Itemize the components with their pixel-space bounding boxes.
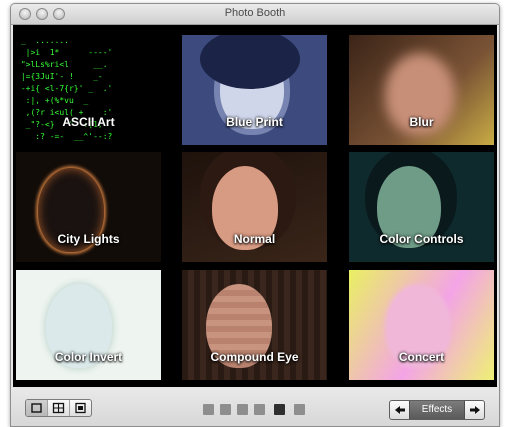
page-dot[interactable]	[220, 404, 231, 415]
effect-tile-color-controls[interactable]: Color Controls	[349, 152, 494, 262]
bottom-toolbar: Effects	[11, 388, 499, 426]
effect-tile-ascii-art[interactable]: _ ....... |>i 1* ----' ">lLs%ri<l __. |=…	[16, 35, 161, 145]
effects-grid: _ ....... |>i 1* ----' ">lLs%ri<l __. |=…	[13, 25, 497, 387]
photo-booth-window: Photo Booth _ ....... |>i 1* ----' ">lLs…	[10, 3, 500, 427]
left-arrow-icon[interactable]	[390, 401, 409, 419]
effect-label-concert: Concert	[398, 350, 445, 364]
effects-button[interactable]: Effects	[409, 401, 465, 419]
page-dot[interactable]	[294, 404, 305, 415]
filmstrip-view-icon[interactable]	[70, 400, 91, 416]
effect-tile-city-lights[interactable]: City Lights	[16, 152, 161, 262]
effect-tile-blue-print[interactable]: Blue Print	[182, 35, 327, 145]
effect-label-color-invert: Color Invert	[54, 350, 123, 364]
grid-view-icon[interactable]	[48, 400, 70, 416]
effect-tile-concert[interactable]: Concert	[349, 270, 494, 380]
right-arrow-icon[interactable]	[465, 401, 484, 419]
page-dot[interactable]	[237, 404, 248, 415]
page-dot[interactable]	[203, 404, 214, 415]
effect-tile-compound-eye[interactable]: Compound Eye	[182, 270, 327, 380]
effect-tile-blur[interactable]: Blur	[349, 35, 494, 145]
effect-tile-normal[interactable]: Normal	[182, 152, 327, 262]
effect-label-normal: Normal	[233, 232, 276, 246]
effect-label-blur: Blur	[409, 115, 434, 129]
page-dot[interactable]	[254, 404, 265, 415]
effect-label-color-controls: Color Controls	[379, 232, 464, 246]
effect-label-city-lights: City Lights	[57, 232, 120, 246]
hair-shape	[200, 35, 300, 89]
effects-navigator: Effects	[389, 400, 485, 420]
effect-label-ascii-art: ASCII Art	[62, 115, 115, 129]
title-bar: Photo Booth	[11, 4, 499, 25]
effect-tile-color-invert[interactable]: Color Invert	[16, 270, 161, 380]
effect-label-blue-print: Blue Print	[226, 115, 283, 129]
view-mode-selector	[25, 399, 92, 417]
single-view-icon[interactable]	[26, 400, 48, 416]
window-title: Photo Booth	[224, 7, 286, 19]
effect-label-compound-eye: Compound Eye	[210, 350, 299, 364]
page-dot-active[interactable]	[274, 404, 285, 415]
